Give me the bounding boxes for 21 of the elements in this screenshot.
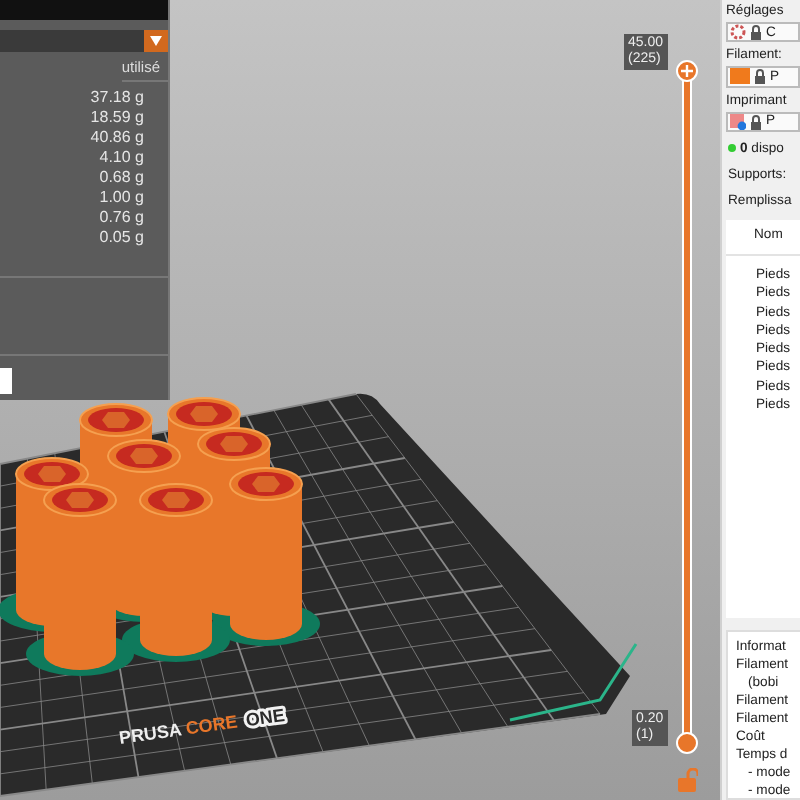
status-dot: [728, 144, 736, 153]
filament-weight: 0.05 g: [99, 228, 144, 248]
filament-weight: 18.59 g: [90, 108, 144, 128]
filament-weight: 4.10 g: [99, 148, 144, 168]
lock-icon: [754, 68, 766, 85]
gear-icon: [730, 24, 746, 41]
printer-icon: [730, 113, 746, 130]
bed-logo: PRUSA CORE: [117, 711, 239, 748]
filament-weight: 1.00 g: [99, 188, 144, 208]
caret-icon: [150, 36, 162, 46]
filament-weight: 40.86 g: [90, 128, 144, 148]
bed-logo-label: ONE: [244, 704, 286, 731]
bottom-handle[interactable]: [676, 732, 698, 754]
lock-icon: [750, 24, 762, 41]
lock-icon: [750, 113, 762, 130]
filament-weight: 0.76 g: [99, 208, 144, 228]
dropdown-button[interactable]: [144, 30, 168, 52]
filament-weight: 0.68 g: [99, 168, 144, 188]
dropdown-field[interactable]: [0, 30, 144, 52]
filament-weight: 37.18 g: [90, 88, 144, 108]
top-handle[interactable]: [676, 60, 698, 82]
